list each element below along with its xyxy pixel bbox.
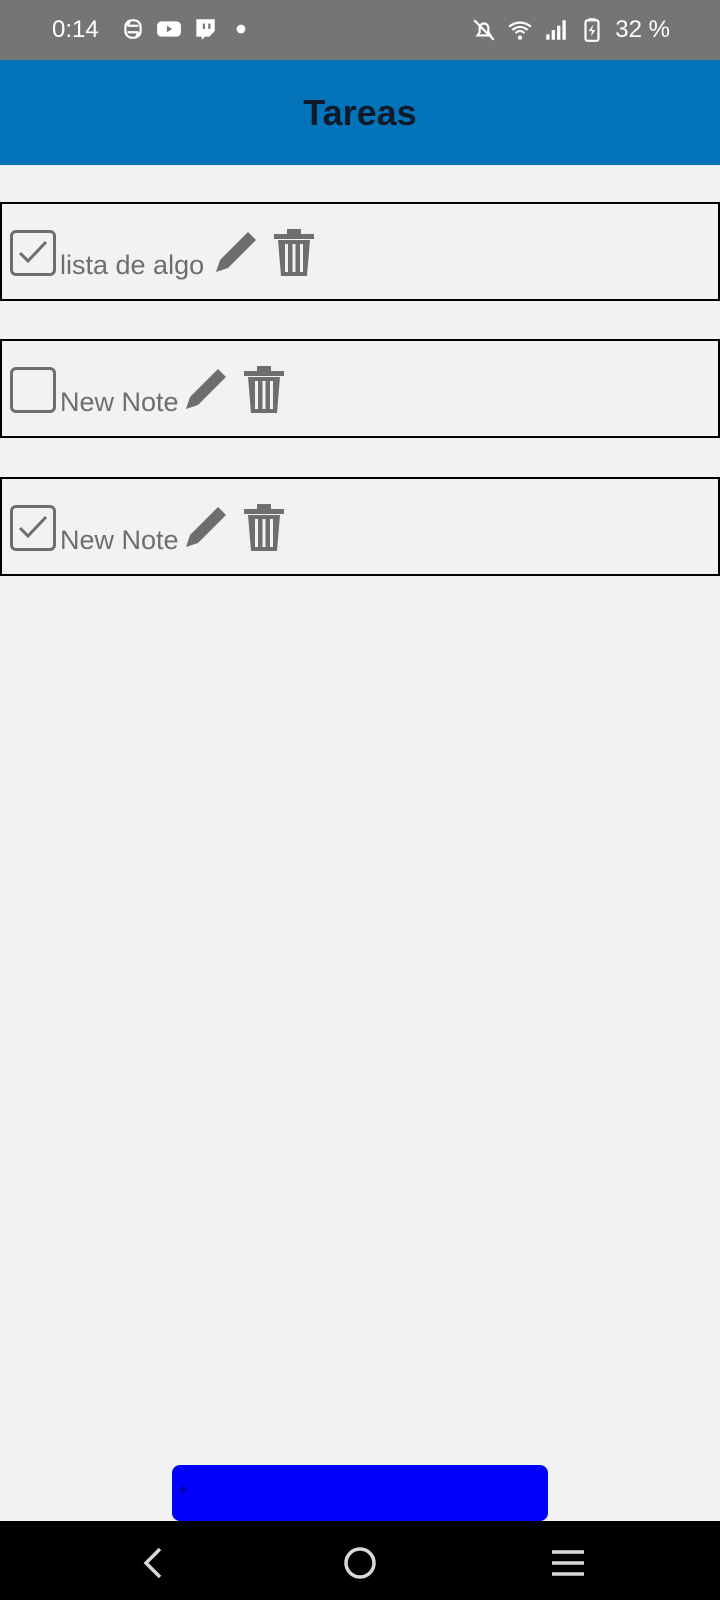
status-left-icons (120, 16, 254, 42)
task-checkbox[interactable] (10, 367, 56, 413)
battery-percentage: 32 % (615, 16, 670, 43)
wifi-icon (508, 21, 532, 40)
back-icon[interactable] (134, 1543, 174, 1583)
youtube-icon (157, 21, 181, 37)
mute-bell-icon (473, 19, 495, 41)
battery-charging-icon (584, 18, 600, 42)
plus-icon (179, 1486, 187, 1494)
dot-icon (236, 24, 246, 34)
task-checkbox[interactable] (10, 230, 56, 276)
task-checkbox[interactable] (10, 505, 56, 551)
task-item: New Note (0, 477, 720, 576)
edit-pencil-icon[interactable] (210, 228, 260, 278)
delete-trash-icon[interactable] (272, 228, 316, 278)
task-label: lista de algo (60, 250, 205, 280)
status-right: 32 % (471, 16, 670, 44)
status-bar: 0:14 32 % (0, 0, 720, 60)
signal-icon (546, 20, 567, 40)
app-bar: Tareas (0, 60, 720, 165)
edit-pencil-icon[interactable] (180, 365, 230, 415)
task-label: New Note (60, 525, 179, 555)
checkmark-icon (18, 515, 48, 539)
delete-trash-icon[interactable] (242, 365, 286, 415)
task-item: New Note (0, 339, 720, 438)
twitch-icon (196, 19, 215, 40)
delete-trash-icon[interactable] (242, 503, 286, 553)
menu-icon[interactable] (548, 1543, 588, 1583)
add-task-button[interactable] (172, 1465, 548, 1521)
home-icon[interactable] (340, 1543, 380, 1583)
sync-icon (124, 19, 142, 39)
page-title: Tareas (303, 91, 417, 133)
task-label: New Note (60, 387, 179, 417)
edit-pencil-icon[interactable] (180, 503, 230, 553)
status-time: 0:14 (52, 16, 99, 43)
navigation-bar (0, 1521, 720, 1600)
checkmark-icon (18, 240, 48, 264)
task-item: lista de algo (0, 202, 720, 301)
